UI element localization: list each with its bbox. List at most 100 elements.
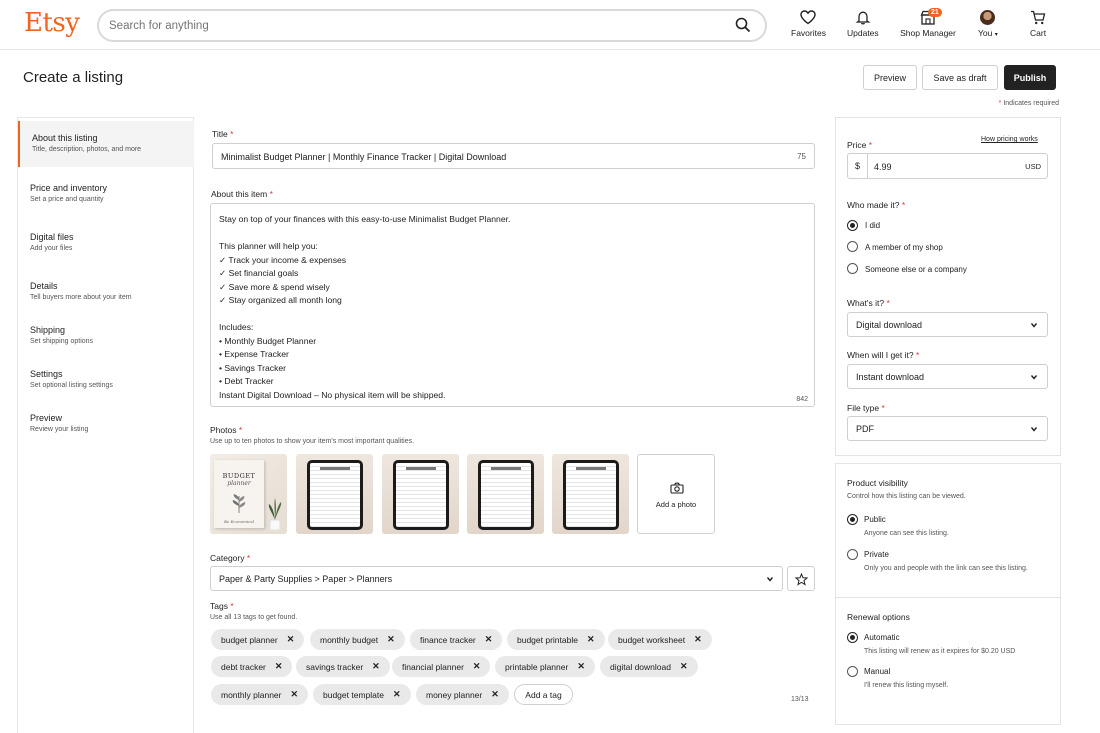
sidebar-item-about[interactable]: About this listing Title, description, p… — [18, 121, 194, 167]
visibility-private-radio[interactable] — [847, 549, 858, 560]
tag-chip[interactable]: budget planner ✕ — [211, 629, 305, 650]
renewal-manual-radio[interactable] — [847, 666, 858, 677]
renewal-automatic-radio[interactable] — [847, 632, 858, 643]
price-value: 4.99 — [874, 162, 892, 172]
tag-chip[interactable]: budget template ✕ — [313, 684, 411, 705]
how-pricing-works-link[interactable]: How pricing works — [981, 136, 1038, 143]
you-nav[interactable]: You ▾ — [978, 10, 998, 38]
whats-it-select[interactable]: Digital download — [847, 312, 1048, 337]
category-label: Category * — [210, 553, 251, 563]
private-label: Private — [864, 550, 889, 559]
who-made-member-radio[interactable] — [847, 241, 858, 252]
sidebar-item-shipping[interactable]: Shipping Set shipping options — [18, 313, 194, 359]
search-bar[interactable] — [97, 9, 767, 42]
tags-help: Use all 13 tags to get found. — [210, 614, 298, 621]
chevron-down-icon — [1030, 427, 1038, 432]
close-icon[interactable]: ✕ — [275, 661, 283, 672]
photo-thumbnail-debt-tracker[interactable] — [552, 454, 629, 534]
cart-icon — [1031, 10, 1046, 25]
add-tag-button[interactable]: Add a tag — [514, 684, 573, 705]
tag-chip[interactable]: savings tracker ✕ — [296, 656, 390, 677]
about-label: About this item * — [211, 189, 273, 199]
tag-chip[interactable]: budget worksheet ✕ — [608, 629, 712, 650]
photo-thumbnail-monthly-budget[interactable] — [296, 454, 373, 534]
tag-chip[interactable]: debt tracker ✕ — [211, 656, 293, 677]
favorite-category-button[interactable] — [787, 566, 815, 591]
close-icon[interactable]: ✕ — [287, 634, 295, 645]
listing-sections-sidebar: About this listing Title, description, p… — [17, 117, 194, 733]
currency-code: USD — [1025, 162, 1041, 171]
close-icon[interactable]: ✕ — [387, 634, 395, 645]
sidebar-item-preview[interactable]: Preview Review your listing — [18, 401, 194, 447]
favorites-nav[interactable]: Favorites — [791, 10, 826, 38]
tags-label: Tags * — [210, 601, 234, 611]
close-icon[interactable]: ✕ — [485, 634, 493, 645]
publish-button[interactable]: Publish — [1004, 65, 1056, 90]
sidebar-item-price[interactable]: Price and inventory Set a price and quan… — [18, 171, 194, 217]
about-textarea[interactable]: Stay on top of your finances with this e… — [210, 203, 815, 407]
etsy-logo[interactable]: Etsy — [24, 8, 80, 38]
required-note: * Indicates required — [998, 100, 1059, 107]
chevron-down-icon — [1030, 375, 1038, 380]
tag-chip[interactable]: budget printable ✕ — [507, 629, 605, 650]
close-icon[interactable]: ✕ — [680, 661, 688, 672]
top-navigation: Etsy Favorites Updates 21 Shop Manager Y… — [0, 0, 1100, 50]
close-icon[interactable]: ✕ — [473, 661, 481, 672]
tag-chip[interactable]: digital download ✕ — [600, 656, 698, 677]
about-char-count: 842 — [796, 396, 808, 403]
who-made-label: Who made it? * — [847, 200, 906, 210]
chevron-down-icon — [1030, 323, 1038, 328]
who-made-option-label: A member of my shop — [865, 243, 943, 252]
visibility-help: Control how this listing can be viewed. — [847, 493, 966, 500]
chevron-down-icon: ▾ — [994, 32, 998, 38]
title-field[interactable]: Minimalist Budget Planner | Monthly Fina… — [212, 143, 815, 169]
shop-manager-nav[interactable]: 21 Shop Manager — [899, 8, 957, 38]
public-label: Public — [864, 515, 886, 524]
cart-nav[interactable]: Cart — [1030, 10, 1046, 38]
tag-chip[interactable]: monthly budget ✕ — [310, 629, 405, 650]
notification-badge: 21 — [928, 8, 942, 17]
file-type-select[interactable]: PDF — [847, 416, 1048, 441]
close-icon[interactable]: ✕ — [491, 689, 499, 700]
sidebar-item-digital-files[interactable]: Digital files Add your files — [18, 220, 194, 266]
who-made-i-did-radio[interactable] — [847, 220, 858, 231]
tag-chip[interactable]: monthly planner ✕ — [211, 684, 309, 705]
close-icon[interactable]: ✕ — [587, 634, 595, 645]
tag-chip[interactable]: money planner ✕ — [416, 684, 509, 705]
photo-thumbnail-savings-tracker[interactable] — [467, 454, 544, 534]
visibility-public-radio[interactable] — [847, 514, 858, 525]
close-icon[interactable]: ✕ — [577, 661, 585, 672]
private-desc: Only you and people with the link can se… — [864, 565, 1028, 572]
who-made-option-label: Someone else or a company — [865, 265, 967, 274]
category-select[interactable]: Paper & Party Supplies > Paper > Planner… — [210, 566, 783, 591]
currency-symbol: $ — [848, 154, 868, 178]
close-icon[interactable]: ✕ — [290, 689, 298, 700]
photo-thumbnail-cover[interactable]: BUDGET planner Be Economical — [210, 454, 287, 534]
save-draft-button[interactable]: Save as draft — [922, 65, 998, 90]
search-icon[interactable] — [735, 17, 751, 33]
photos-help: Use up to ten photos to show your item's… — [210, 438, 415, 445]
tag-chip[interactable]: financial planner ✕ — [392, 656, 491, 677]
tag-chip[interactable]: printable planner ✕ — [495, 656, 595, 677]
add-photo-button[interactable]: Add a photo — [637, 454, 715, 534]
bell-icon — [855, 11, 871, 25]
title-value: Minimalist Budget Planner | Monthly Fina… — [221, 152, 507, 162]
tag-count: 13/13 — [791, 696, 809, 703]
photo-thumbnail-expense-tracker[interactable] — [382, 454, 459, 534]
sidebar-item-settings[interactable]: Settings Set optional listing settings — [18, 357, 194, 403]
about-value: Stay on top of your finances with this e… — [219, 214, 511, 400]
preview-button[interactable]: Preview — [863, 65, 917, 90]
close-icon[interactable]: ✕ — [372, 661, 380, 672]
avatar — [980, 10, 996, 25]
updates-nav[interactable]: Updates — [847, 10, 879, 38]
star-icon — [795, 573, 808, 586]
when-select[interactable]: Instant download — [847, 364, 1048, 389]
close-icon[interactable]: ✕ — [694, 634, 702, 645]
search-input[interactable] — [109, 17, 709, 35]
price-field[interactable]: $ 4.99 USD — [847, 153, 1048, 179]
renewal-label: Renewal options — [847, 612, 910, 622]
tag-chip[interactable]: finance tracker ✕ — [410, 629, 503, 650]
close-icon[interactable]: ✕ — [393, 689, 401, 700]
sidebar-item-details[interactable]: Details Tell buyers more about your item — [18, 269, 194, 315]
who-made-someone-else-radio[interactable] — [847, 263, 858, 274]
